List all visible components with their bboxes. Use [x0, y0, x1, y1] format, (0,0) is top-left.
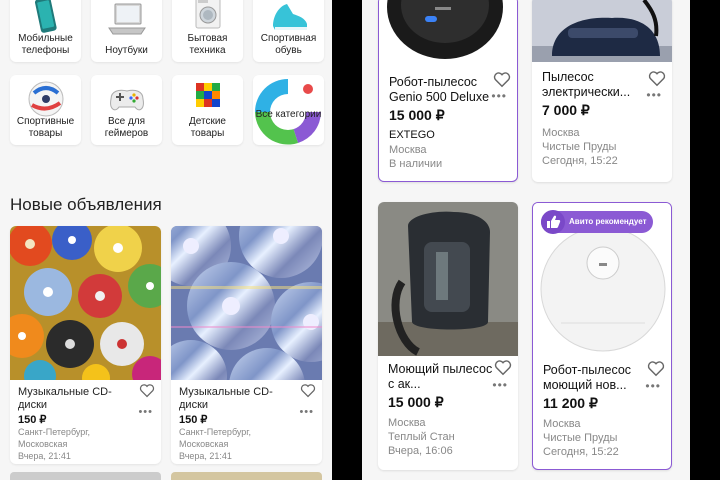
ad-card[interactable]: Музыкальные CD-диски 150 ₽ Санкт-Петербу… — [171, 226, 322, 464]
ad-date: Сегодня, 15:22 — [543, 446, 619, 458]
more-options-icon[interactable]: ••• — [645, 379, 661, 393]
ad-image-wet-vacuum — [378, 202, 518, 356]
category-kids[interactable]: Детские товары — [172, 75, 243, 145]
next-ad-card-edge — [10, 472, 161, 480]
category-sport-goods[interactable]: Спортивные товары — [10, 75, 81, 145]
ad-image-vacuum-cleaner — [532, 0, 672, 62]
screen-divider — [332, 0, 362, 480]
ad-card-promoted[interactable]: Робот-пылесос Genio 500 Deluxe 15 000 ₽ … — [378, 0, 518, 182]
screenshot-stage: Мобильные телефоны Ноутбуки Бытовая техн… — [0, 0, 720, 480]
ad-title: Робот-пылесос моющий нов... — [543, 363, 632, 392]
ad-city: Москва — [543, 418, 581, 430]
recommended-badge: Авито рекомендует — [541, 210, 653, 234]
ad-title: Робот-пылесос Genio 500 Deluxe — [389, 75, 490, 104]
ad-title: Музыкальные CD-диски — [18, 386, 112, 411]
section-title: Новые объявления — [10, 195, 162, 214]
ad-price: 7 000 ₽ — [542, 102, 590, 118]
ad-address: Санкт-Петербург, Московская — [179, 427, 251, 449]
ad-meta: Москва Теплый Стан Вчера, 16:06 — [388, 416, 455, 458]
category-laptops[interactable]: Ноутбуки — [91, 0, 162, 62]
ad-card[interactable]: Моющий пылесос с ак... 15 000 ₽ Москва Т… — [378, 202, 518, 470]
next-ad-card-edge — [171, 472, 322, 480]
ad-area: Чистые Пруды — [543, 432, 618, 444]
category-mobile-phones[interactable]: Мобильные телефоны — [10, 0, 81, 62]
ad-image-cd-pile — [10, 226, 161, 392]
favorite-heart-icon[interactable] — [647, 361, 665, 377]
ad-city: Москва — [389, 144, 427, 156]
ad-price: 11 200 ₽ — [543, 395, 598, 411]
category-grid: Мобильные телефоны Ноутбуки Бытовая техн… — [10, 0, 324, 145]
right-margin — [690, 0, 720, 480]
ad-price: 15 000 ₽ — [388, 394, 444, 410]
category-label: Спортивная обувь — [260, 33, 317, 56]
category-label: Ноутбуки — [105, 45, 148, 56]
ad-location: Санкт-Петербург, Московская Вчера, 21:41 — [18, 426, 118, 462]
category-gamers[interactable]: Все для геймеров — [91, 75, 162, 145]
ad-title: Моющий пылесос с ак... — [388, 362, 493, 391]
favorite-heart-icon[interactable] — [300, 384, 316, 398]
more-options-icon[interactable]: ••• — [646, 88, 662, 102]
ad-image-cd-closeup — [171, 226, 322, 424]
more-options-icon[interactable]: ••• — [491, 89, 507, 103]
more-options-icon[interactable]: ••• — [299, 406, 314, 418]
ad-price: 150 ₽ — [179, 414, 208, 426]
recommended-badge-label: Авито рекомендует — [569, 217, 647, 226]
category-sport-shoes[interactable]: Спортивная обувь — [253, 0, 324, 62]
laptop-icon — [107, 3, 146, 35]
category-label: Все для геймеров — [104, 116, 149, 139]
category-label: Все категории — [255, 109, 322, 120]
category-label: Спортивные товары — [16, 116, 75, 139]
ad-title: Пылесос электрически... — [542, 70, 631, 99]
category-label: Бытовая техника — [187, 33, 228, 56]
ad-area: Теплый Стан — [388, 431, 455, 443]
ad-date: Вчера, 21:41 — [179, 451, 232, 461]
ad-meta: Москва Чистые Пруды Сегодня, 15:22 — [542, 126, 618, 168]
ad-image-robot-vacuum — [379, 0, 517, 63]
ad-card-recommended[interactable]: Авито рекомендует Робот-пылесос моющий н… — [532, 202, 672, 470]
ad-city: Москва — [542, 127, 580, 139]
more-options-icon[interactable]: ••• — [138, 406, 153, 418]
ad-location: Санкт-Петербург, Московская Вчера, 21:41 — [179, 426, 279, 462]
ad-date: Сегодня, 15:22 — [542, 155, 618, 167]
ad-address: Санкт-Петербург, Московская — [18, 427, 90, 449]
favorite-heart-icon[interactable] — [494, 360, 512, 376]
category-label: Мобильные телефоны — [18, 33, 73, 56]
category-appliances[interactable]: Бытовая техника — [172, 0, 243, 62]
left-app-screen: Мобильные телефоны Ноутбуки Бытовая техн… — [0, 0, 332, 480]
ad-price: 15 000 ₽ — [389, 107, 445, 123]
favorite-heart-icon[interactable] — [648, 71, 666, 87]
ad-price: 150 ₽ — [18, 414, 47, 426]
right-app-screen: Робот-пылесос Genio 500 Deluxe 15 000 ₽ … — [362, 0, 690, 480]
more-options-icon[interactable]: ••• — [492, 378, 508, 392]
ad-area: Чистые Пруды — [542, 141, 617, 153]
ad-meta: Москва Чистые Пруды Сегодня, 15:22 — [543, 417, 619, 459]
favorite-heart-icon[interactable] — [139, 384, 155, 398]
favorite-heart-icon[interactable] — [493, 72, 511, 88]
category-all[interactable]: Все категории — [253, 75, 324, 145]
ad-availability: В наличии — [389, 158, 443, 170]
ad-meta: Москва В наличии — [389, 143, 442, 171]
ad-title: Музыкальные CD-диски — [179, 386, 273, 411]
ad-card[interactable]: Пылесос электрически... 7 000 ₽ Москва Ч… — [532, 0, 672, 182]
category-label: Детские товары — [189, 116, 226, 139]
ad-seller: EXTEGO — [389, 129, 435, 141]
ad-date: Вчера, 21:41 — [18, 451, 71, 461]
ad-city: Москва — [388, 417, 426, 429]
ad-card[interactable]: Музыкальные CD-диски 150 ₽ Санкт-Петербу… — [10, 226, 161, 464]
ad-date: Вчера, 16:06 — [388, 445, 453, 457]
thumbs-up-icon — [541, 210, 565, 234]
